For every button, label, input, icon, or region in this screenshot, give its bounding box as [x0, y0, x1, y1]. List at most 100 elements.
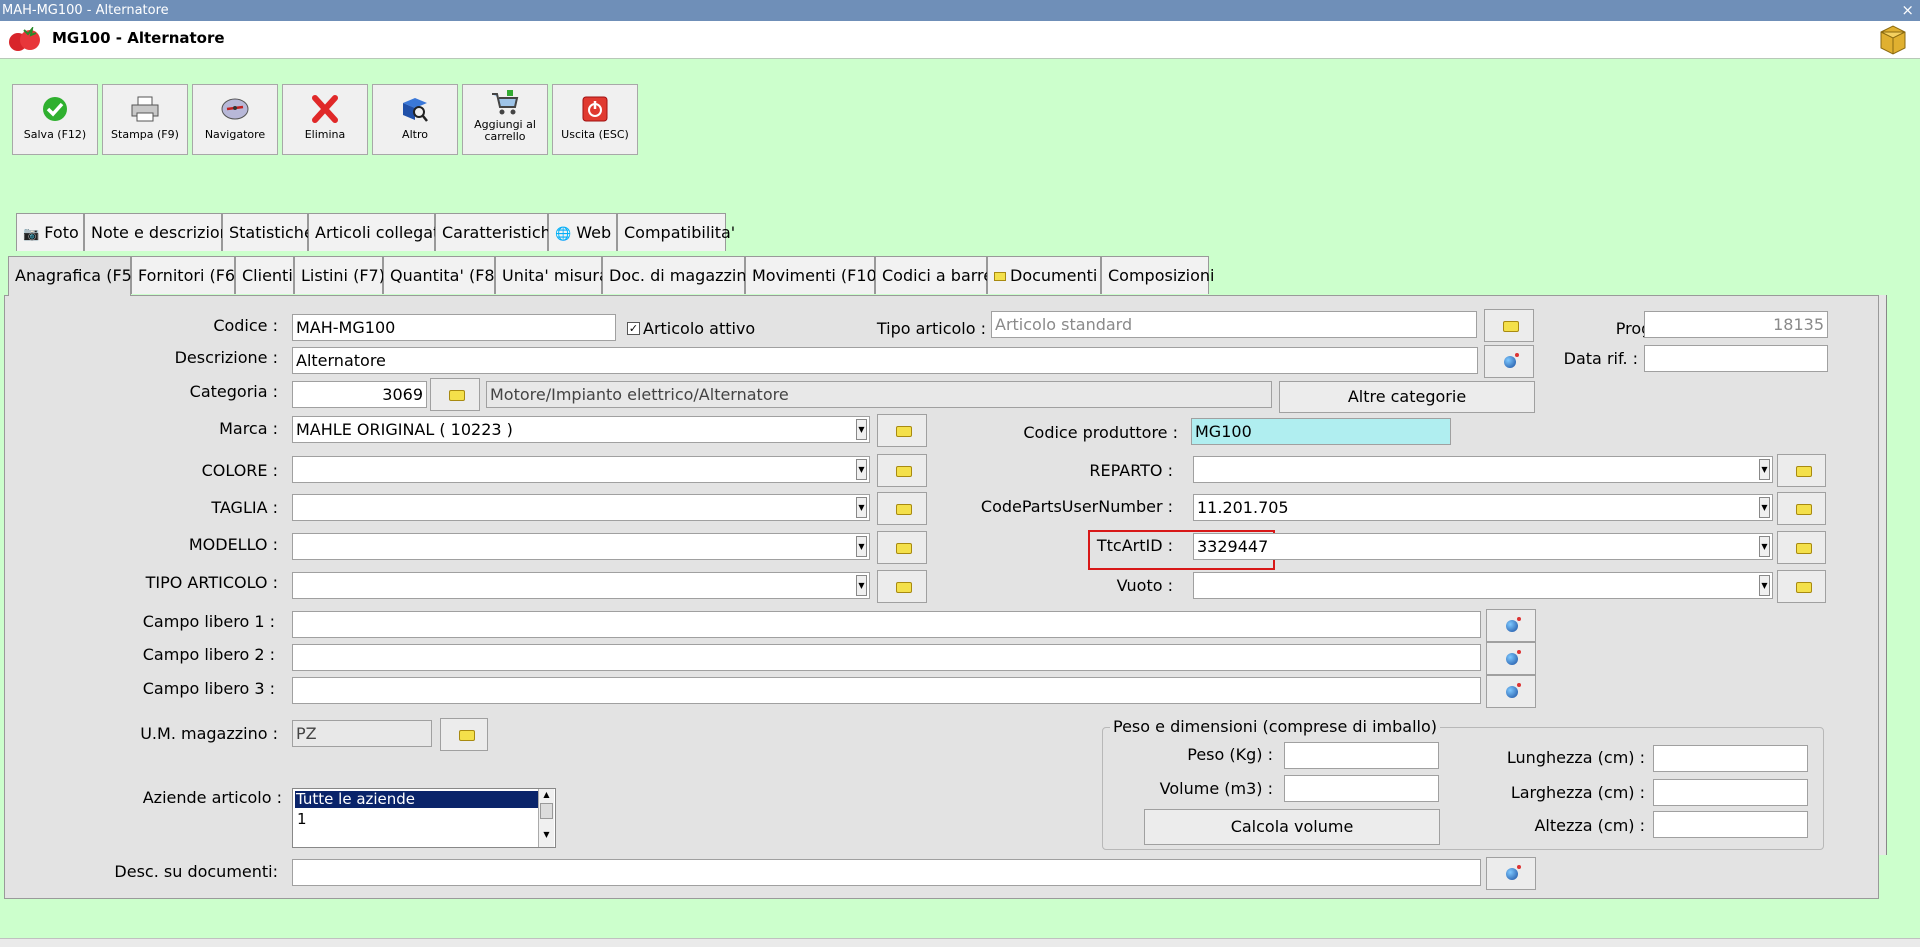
- tipo-articolo-lookup-button[interactable]: [1484, 309, 1534, 342]
- ttcartid-select[interactable]: 3329447 ▼: [1193, 533, 1773, 560]
- tab-unita-misura[interactable]: Unita' misura: [495, 256, 609, 294]
- campo-libero-1-input[interactable]: [292, 611, 1481, 638]
- tab-caratteristiche[interactable]: Caratteristiche: [435, 213, 561, 251]
- peso-input[interactable]: [1284, 742, 1439, 769]
- desc-documenti-input[interactable]: [292, 859, 1481, 886]
- scroll-up-icon[interactable]: ▲: [539, 789, 554, 801]
- tab-statistiche[interactable]: Statistiche: [222, 213, 314, 251]
- tab-compatibilita[interactable]: Compatibilita': [617, 213, 735, 251]
- volume-input[interactable]: [1284, 775, 1439, 802]
- chevron-down-icon[interactable]: ▼: [856, 536, 867, 557]
- vuoto-select[interactable]: ▼: [1193, 572, 1773, 599]
- tab-movimenti[interactable]: Movimenti (F10): [745, 256, 883, 294]
- chevron-down-icon[interactable]: ▼: [1759, 497, 1770, 518]
- tab-clienti[interactable]: Clienti: [235, 256, 294, 294]
- chevron-down-icon[interactable]: ▼: [856, 497, 867, 518]
- descrizione-input[interactable]: Alternatore: [292, 347, 1478, 374]
- altezza-input[interactable]: [1653, 811, 1808, 838]
- add-cart-label: Aggiungi al carrello: [474, 118, 536, 143]
- categoria-code-input[interactable]: 3069: [292, 381, 427, 408]
- altezza-label: Altezza (cm) :: [1534, 816, 1645, 835]
- navigator-button[interactable]: Navigatore: [192, 84, 278, 155]
- campo-libero-3-translate-button[interactable]: [1486, 675, 1536, 708]
- chevron-down-icon[interactable]: ▼: [856, 459, 867, 480]
- marca-select[interactable]: MAHLE ORIGINAL ( 10223 ) ▼: [292, 416, 870, 443]
- modello-label: MODELLO :: [188, 535, 278, 554]
- marca-lookup-button[interactable]: [877, 414, 927, 447]
- campo-libero-3-label: Campo libero 3 :: [142, 679, 275, 698]
- campo-libero-3-input[interactable]: [292, 677, 1481, 704]
- delete-button[interactable]: Elimina: [282, 84, 368, 155]
- altre-categorie-button[interactable]: Altre categorie: [1279, 381, 1535, 413]
- exit-button[interactable]: Uscita (ESC): [552, 84, 638, 155]
- taglia-select[interactable]: ▼: [292, 494, 870, 521]
- tab-web[interactable]: 🌐 Web: [548, 213, 617, 251]
- peso-label: Peso (Kg) :: [1187, 745, 1273, 764]
- modello-lookup-button[interactable]: [877, 531, 927, 564]
- folder-icon: [1796, 543, 1812, 554]
- campo-libero-2-translate-button[interactable]: [1486, 642, 1536, 675]
- aziende-item[interactable]: 1: [297, 810, 307, 828]
- chevron-down-icon[interactable]: ▼: [856, 419, 867, 440]
- tab-listini[interactable]: Listini (F7): [294, 256, 385, 294]
- data-rif-input[interactable]: [1644, 345, 1828, 372]
- tab-label: Caratteristiche: [442, 223, 561, 242]
- scroll-down-icon[interactable]: ▼: [539, 829, 554, 841]
- articolo-attivo-checkbox[interactable]: ✓: [627, 322, 640, 335]
- cart-icon: [492, 90, 519, 115]
- tab-anagrafica[interactable]: Anagrafica (F5): [8, 256, 138, 296]
- aziende-item-selected[interactable]: Tutte le aziende: [295, 791, 538, 808]
- calcola-volume-button[interactable]: Calcola volume: [1144, 809, 1440, 845]
- categoria-lookup-button[interactable]: [430, 378, 480, 411]
- campo-libero-2-input[interactable]: [292, 644, 1481, 671]
- tab-note-descrizioni[interactable]: Note e descrizioni: [84, 213, 234, 251]
- desc-documenti-translate-button[interactable]: [1486, 857, 1536, 890]
- modello-select[interactable]: ▼: [292, 533, 870, 560]
- tipo-articolo-attr-lookup-button[interactable]: [877, 570, 927, 603]
- colore-select[interactable]: ▼: [292, 456, 870, 483]
- colore-lookup-button[interactable]: [877, 454, 927, 487]
- print-button[interactable]: Stampa (F9): [102, 84, 188, 155]
- tab-documenti[interactable]: Documenti: [987, 256, 1101, 294]
- tab-articoli-collegati[interactable]: Articoli collegati: [308, 213, 444, 251]
- lunghezza-input[interactable]: [1653, 745, 1808, 772]
- tab-fornitori[interactable]: Fornitori (F6): [131, 256, 241, 294]
- descrizione-translate-button[interactable]: [1484, 345, 1534, 378]
- codeparts-select[interactable]: 11.201.705 ▼: [1193, 494, 1773, 521]
- codice-produttore-input[interactable]: MG100: [1191, 418, 1451, 445]
- ttcartid-lookup-button[interactable]: [1777, 531, 1826, 564]
- scroll-thumb[interactable]: [540, 803, 553, 819]
- save-button[interactable]: Salva (F12): [12, 84, 98, 155]
- other-button[interactable]: Altro: [372, 84, 458, 155]
- taglia-lookup-button[interactable]: [877, 492, 927, 525]
- book-search-icon: [403, 98, 428, 122]
- larghezza-input[interactable]: [1653, 779, 1808, 806]
- aziende-scrollbar[interactable]: ▲ ▼: [538, 789, 554, 847]
- add-to-cart-button[interactable]: Aggiungi al carrello: [462, 84, 548, 155]
- codeparts-lookup-button[interactable]: [1777, 492, 1826, 525]
- reparto-select[interactable]: ▼: [1193, 456, 1773, 483]
- chevron-down-icon[interactable]: ▼: [856, 575, 867, 596]
- um-lookup-button[interactable]: [440, 718, 488, 751]
- tipo-articolo-attr-select[interactable]: ▼: [292, 572, 870, 599]
- chevron-down-icon[interactable]: ▼: [1759, 575, 1770, 596]
- codice-input[interactable]: MAH-MG100: [292, 314, 616, 341]
- tab-codici-barre[interactable]: Codici a barre: [875, 256, 993, 294]
- printer-icon: [131, 96, 159, 122]
- campo-libero-1-translate-button[interactable]: [1486, 609, 1536, 642]
- close-icon[interactable]: ×: [1901, 0, 1914, 21]
- tab-quantita[interactable]: Quantita' (F8): [383, 256, 501, 294]
- tab-doc-magazzino[interactable]: Doc. di magazzino: [602, 256, 756, 294]
- aziende-articolo-label: Aziende articolo :: [142, 788, 282, 807]
- tab-composizioni[interactable]: Composizioni: [1101, 256, 1215, 294]
- vuoto-lookup-button[interactable]: [1777, 570, 1826, 603]
- reparto-lookup-button[interactable]: [1777, 454, 1826, 487]
- chevron-down-icon[interactable]: ▼: [1759, 459, 1770, 480]
- folder-icon: [896, 426, 912, 437]
- tab-foto[interactable]: 📷 Foto: [16, 213, 84, 251]
- folder-icon: [896, 582, 912, 593]
- box-icon[interactable]: [1878, 23, 1908, 55]
- chevron-down-icon[interactable]: ▼: [1759, 536, 1770, 557]
- tipo-articolo-label: Tipo articolo :: [876, 319, 986, 338]
- larghezza-label: Larghezza (cm) :: [1510, 783, 1645, 802]
